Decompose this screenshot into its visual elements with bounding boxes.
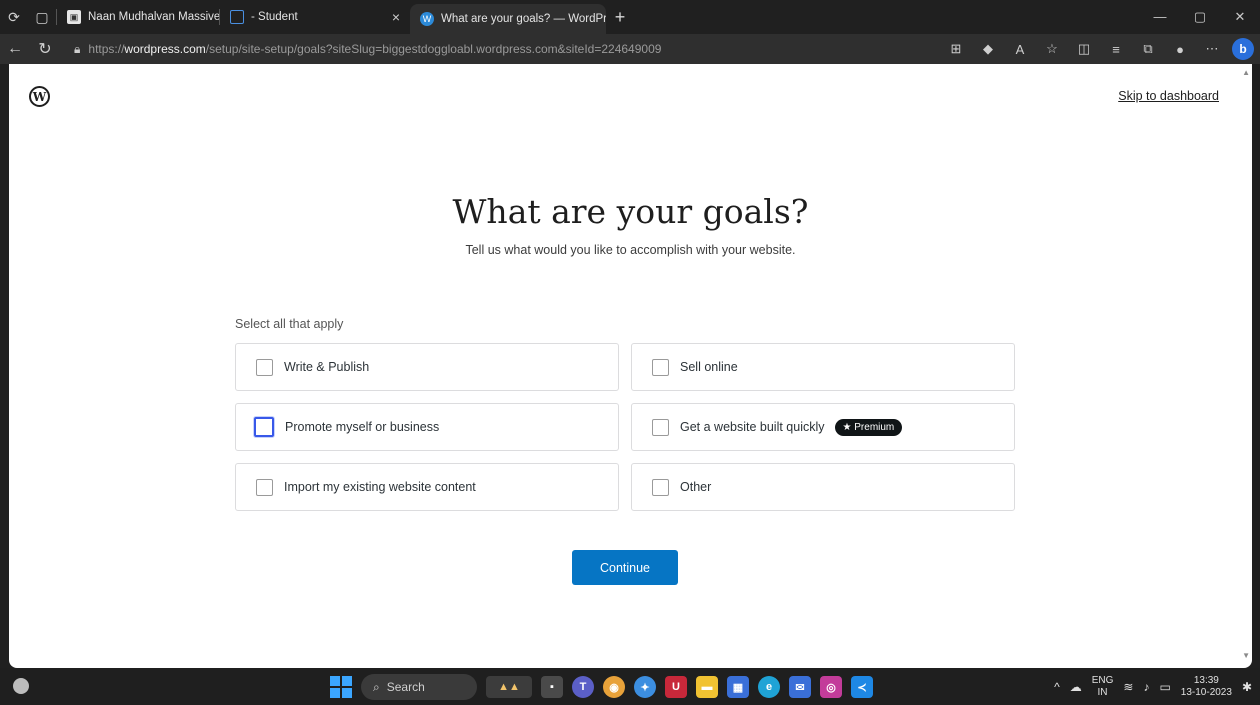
premium-badge: ★ Premium xyxy=(834,418,903,436)
workspaces-icon[interactable]: ⟳ xyxy=(0,3,28,31)
microsoft-store-icon[interactable]: ▦ xyxy=(727,676,749,698)
language-indicator[interactable]: ENG IN xyxy=(1092,675,1114,699)
checkbox[interactable] xyxy=(256,358,273,376)
tab-actions-icon[interactable]: ▢ xyxy=(28,3,56,31)
mcafee-icon[interactable]: U xyxy=(665,676,687,698)
taskbar-search[interactable]: ⌕ Search xyxy=(361,674,477,700)
continue-button[interactable]: Continue xyxy=(572,550,678,585)
weather-widget-icon[interactable] xyxy=(13,678,29,694)
refresh-button[interactable]: ↻ xyxy=(30,39,60,59)
minimize-button[interactable]: — xyxy=(1140,9,1180,25)
bing-copilot-button[interactable]: b xyxy=(1232,38,1254,60)
tab-title: Naan Mudhalvan Massive Upskil xyxy=(88,11,219,23)
chevron-up-icon[interactable]: ^ xyxy=(1054,680,1060,694)
wordpress-favicon-icon: W xyxy=(420,12,434,26)
taskbar-apps: ⌕ Search ▲▲ ▪ T ◉ ✦ U ▬ ▦ e ✉ ◎ ≺ xyxy=(330,672,873,702)
checkbox[interactable] xyxy=(652,418,669,436)
option-label: Promote myself or business xyxy=(285,420,440,434)
tab-title: What are your goals? — WordPr xyxy=(441,13,606,25)
shopping-tag-icon[interactable]: ◆ xyxy=(972,41,1004,57)
option-label: Sell online xyxy=(680,360,738,374)
copilot-icon[interactable]: ✦ xyxy=(634,676,656,698)
goal-option-promote[interactable]: Promote myself or business xyxy=(235,403,619,451)
read-aloud-icon[interactable]: A xyxy=(1004,42,1036,57)
instagram-icon[interactable]: ◎ xyxy=(820,676,842,698)
browser-toolbar: ⊞ ◆ A ☆ ◫ ≡ ⧉ ● ⋯ b xyxy=(940,38,1260,60)
cloud-icon[interactable]: ☁ xyxy=(1070,680,1082,694)
option-label: Other xyxy=(680,480,712,494)
region-label: IN xyxy=(1097,687,1108,698)
checkbox[interactable] xyxy=(256,478,273,496)
tab-wordpress-goals[interactable]: W What are your goals? — WordPr × xyxy=(410,4,606,34)
system-tray: ^ ☁ ENG IN ≋ ♪ ▭ 13:39 13-10-2023 ✱ xyxy=(1054,672,1252,702)
edge-icon[interactable]: e xyxy=(758,676,780,698)
app-available-icon[interactable]: ⊞ xyxy=(940,41,972,57)
scroll-up-arrow-icon[interactable]: ▲ xyxy=(1242,68,1250,77)
date-label: 13-10-2023 xyxy=(1180,687,1232,698)
checkbox[interactable] xyxy=(652,478,669,496)
option-label: Import my existing website content xyxy=(284,480,476,494)
windows-taskbar: ⌕ Search ▲▲ ▪ T ◉ ✦ U ▬ ▦ e ✉ ◎ ≺ ^ ☁ EN… xyxy=(0,668,1260,705)
new-tab-button[interactable]: + xyxy=(606,7,634,28)
goal-option-other[interactable]: Other xyxy=(631,463,1015,511)
vscode-icon[interactable]: ≺ xyxy=(851,676,873,698)
scroll-down-arrow-icon[interactable]: ▼ xyxy=(1242,651,1250,660)
checkbox[interactable] xyxy=(652,358,669,376)
notification-bell-icon[interactable]: ✱ xyxy=(1242,680,1252,694)
teams-icon[interactable]: T xyxy=(572,676,594,698)
goal-option-sell-online[interactable]: Sell online xyxy=(631,343,1015,391)
lock-icon: 🔒︎ xyxy=(74,41,81,56)
more-options-icon[interactable]: ⋯ xyxy=(1196,41,1228,57)
page-subtitle: Tell us what would you like to accomplis… xyxy=(465,243,796,257)
language-label: ENG xyxy=(1091,675,1114,686)
tab-title: - Student xyxy=(251,11,298,23)
favorites-icon[interactable]: ≡ xyxy=(1100,42,1132,57)
option-label: Write & Publish xyxy=(284,360,370,374)
profile-avatar-icon[interactable]: ● xyxy=(1164,42,1196,57)
mail-icon[interactable]: ✉ xyxy=(789,676,811,698)
volume-icon[interactable]: ♪ xyxy=(1143,680,1149,694)
task-view-icon[interactable]: ▪ xyxy=(541,676,563,698)
split-screen-icon[interactable]: ◫ xyxy=(1068,41,1100,57)
url-host: wordpress.com xyxy=(124,42,206,56)
goal-option-import[interactable]: Import my existing website content xyxy=(235,463,619,511)
back-button[interactable]: ← xyxy=(0,40,30,58)
collections-icon[interactable]: ⧉ xyxy=(1132,41,1164,57)
select-all-label: Select all that apply xyxy=(235,317,344,331)
browser-tab-bar: ⟳ ▢ ▣ Naan Mudhalvan Massive Upskil × - … xyxy=(0,0,1260,34)
wordpress-logo-icon[interactable]: W xyxy=(29,86,50,107)
search-icon: ⌕ xyxy=(373,679,380,694)
wifi-icon[interactable]: ≋ xyxy=(1123,680,1133,694)
time-label: 13:39 xyxy=(1193,675,1219,686)
page-title: What are your goals? xyxy=(452,192,809,231)
window-controls: — ▢ ✕ xyxy=(1140,9,1260,25)
favorite-star-icon[interactable]: ☆ xyxy=(1036,41,1068,57)
url-field[interactable]: 🔒︎ https://wordpress.com/setup/site-setu… xyxy=(68,37,928,61)
close-tab-icon[interactable]: × xyxy=(392,9,400,25)
skip-to-dashboard-link[interactable]: Skip to dashboard xyxy=(1118,89,1219,103)
tab-naan-mudhalvan[interactable]: ▣ Naan Mudhalvan Massive Upskil × xyxy=(57,3,219,31)
battery-icon[interactable]: ▭ xyxy=(1159,680,1170,694)
file-explorer-icon[interactable]: ▬ xyxy=(696,676,718,698)
clock[interactable]: 13:39 13-10-2023 xyxy=(1181,675,1232,699)
checkbox[interactable] xyxy=(254,417,274,437)
page-viewport: ▲ ▼ W Skip to dashboard What are your go… xyxy=(9,64,1252,668)
naan-mudhalvan-favicon-icon: ▣ xyxy=(67,10,81,24)
windows-start-icon[interactable] xyxy=(330,676,352,698)
goal-option-write-publish[interactable]: Write & Publish xyxy=(235,343,619,391)
goal-option-built-quickly[interactable]: Get a website built quickly ★ Premium xyxy=(631,403,1015,451)
restore-button[interactable]: ▢ xyxy=(1180,9,1220,25)
url-text: https://wordpress.com/setup/site-setup/g… xyxy=(88,42,661,56)
url-path: /setup/site-setup/goals?siteSlug=biggest… xyxy=(205,42,662,56)
close-window-button[interactable]: ✕ xyxy=(1220,9,1260,25)
tab-student[interactable]: - Student × xyxy=(220,3,410,31)
search-label: Search xyxy=(386,680,425,694)
student-favicon-icon xyxy=(230,10,244,24)
widgets-icon[interactable]: ▲▲ xyxy=(486,676,532,698)
browser-address-bar: ← ↻ 🔒︎ https://wordpress.com/setup/site-… xyxy=(0,34,1260,64)
chrome-icon[interactable]: ◉ xyxy=(603,676,625,698)
url-prefix: https:// xyxy=(88,42,125,56)
option-label: Get a website built quickly xyxy=(680,420,825,434)
